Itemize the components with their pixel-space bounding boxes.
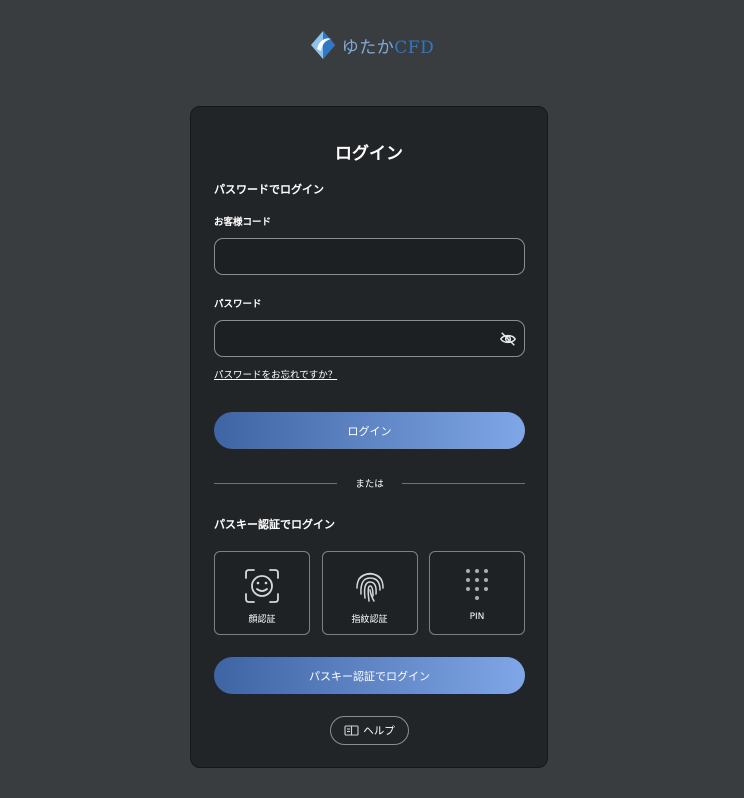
- brand-name-prefix: ゆたか: [341, 37, 395, 58]
- brand-logo: ゆたかCFD: [0, 30, 744, 60]
- help-button[interactable]: ヘルプ: [330, 716, 409, 745]
- pin-auth-label: PIN: [469, 612, 485, 622]
- login-button[interactable]: ログイン: [214, 412, 525, 449]
- passkey-options: 顔認証 指紋認証 PIN: [214, 551, 525, 635]
- forgot-password-link[interactable]: パスワードをお忘れですか？: [214, 367, 337, 381]
- password-input[interactable]: [214, 320, 525, 357]
- password-login-section-title: パスワードでログイン: [214, 183, 324, 196]
- page-title: ログイン: [335, 144, 403, 164]
- pin-auth-option[interactable]: PIN: [429, 551, 525, 635]
- divider-line-left: [214, 482, 338, 484]
- fingerprint-auth-option[interactable]: 指紋認証: [321, 551, 418, 635]
- book-icon: [344, 725, 359, 736]
- passkey-login-section-title: パスキー認証でログイン: [214, 518, 335, 531]
- customer-code-label: お客様コード: [214, 217, 272, 228]
- face-auth-label: 顔認証: [248, 615, 276, 625]
- or-divider: または: [214, 476, 526, 490]
- brand-name: ゆたかCFD: [342, 33, 434, 58]
- login-card: ログイン パスワードでログイン お客様コード パスワード パスワードをお忘れです…: [190, 106, 548, 768]
- password-label: パスワード: [214, 299, 262, 310]
- divider-line-right: [401, 482, 526, 484]
- divider-text: または: [355, 479, 384, 490]
- face-id-icon: [245, 569, 279, 603]
- fingerprint-icon: [355, 572, 384, 602]
- face-auth-option[interactable]: 顔認証: [214, 551, 310, 635]
- passkey-login-button[interactable]: パスキー認証でログイン: [214, 657, 525, 694]
- fingerprint-auth-label: 指紋認証: [351, 615, 388, 625]
- help-label: ヘルプ: [363, 725, 395, 737]
- brand-name-suffix: CFD: [394, 37, 435, 58]
- pin-keypad-icon: [466, 569, 488, 600]
- eye-off-icon[interactable]: [499, 330, 517, 348]
- yutaka-logo-icon: [310, 31, 335, 59]
- customer-code-input[interactable]: [214, 238, 525, 275]
